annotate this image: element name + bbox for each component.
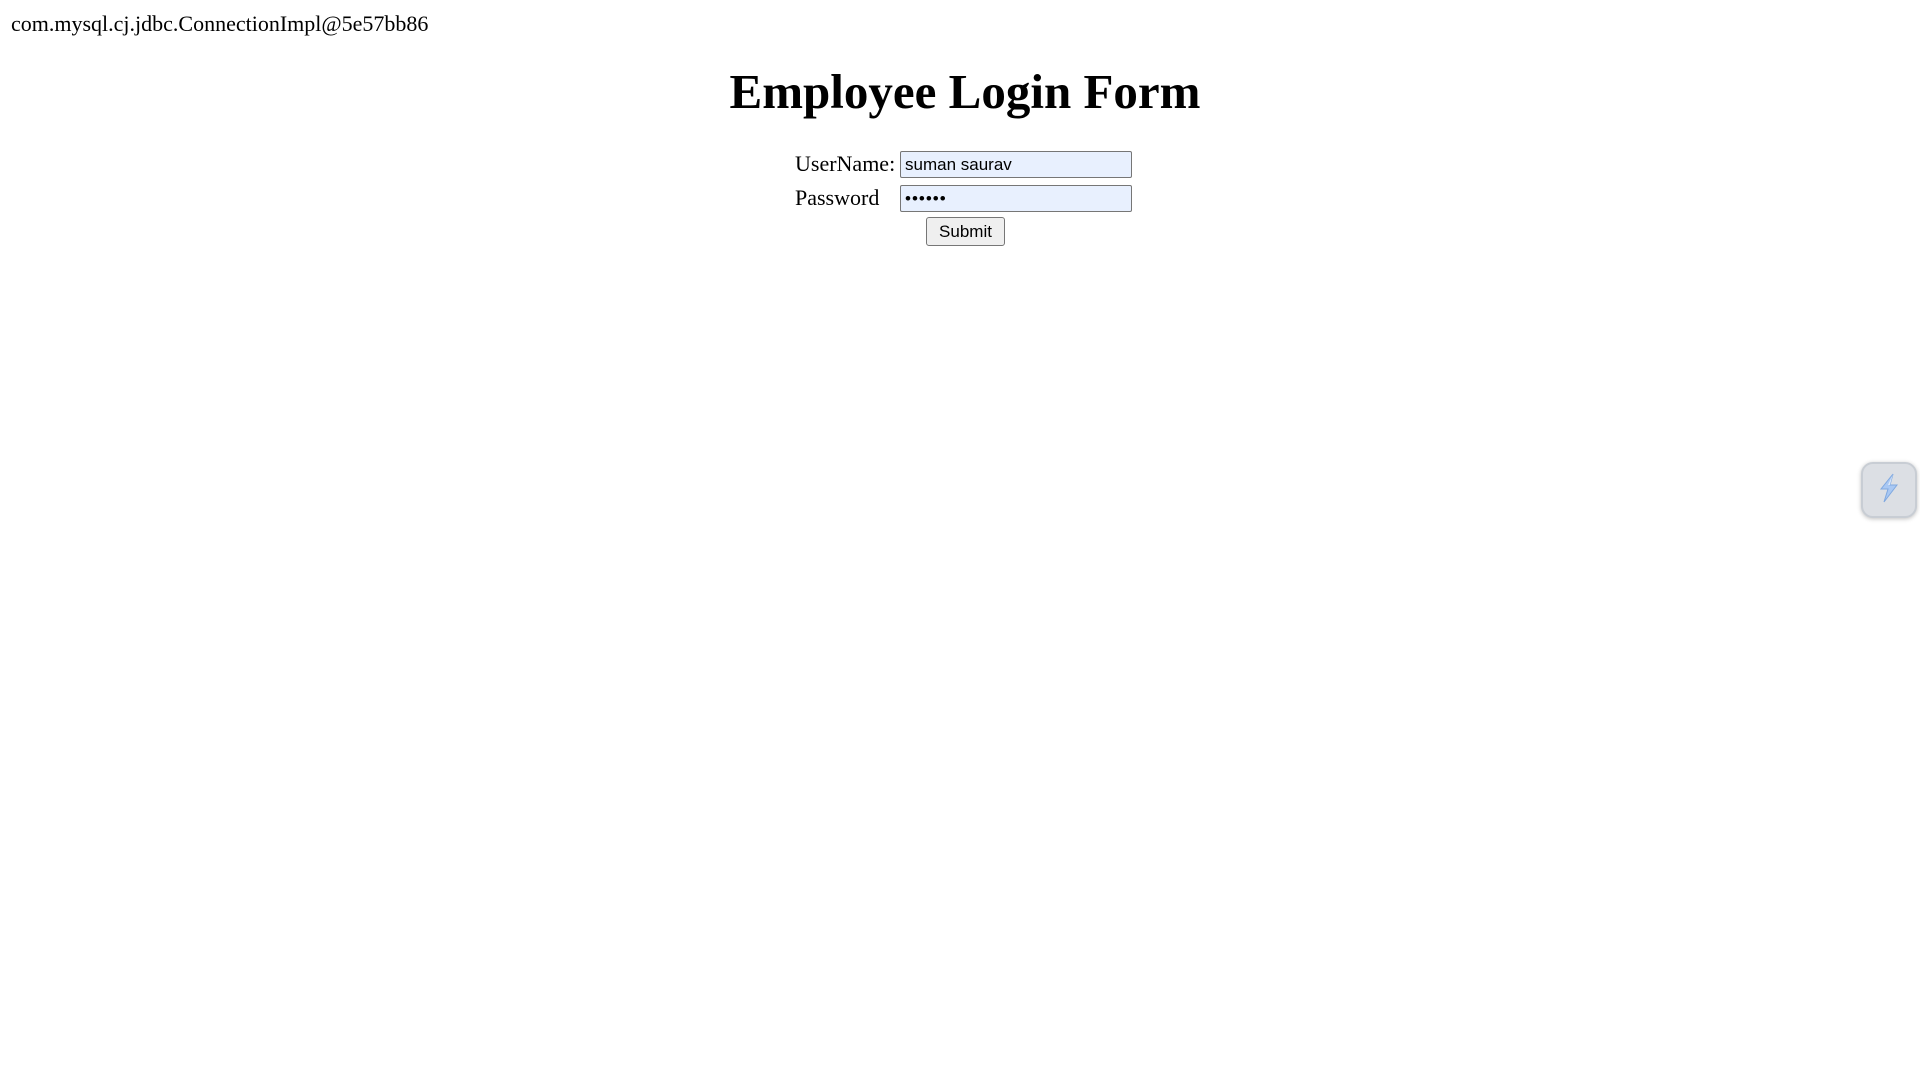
floating-extension-button[interactable]	[1861, 462, 1917, 518]
username-label: UserName:	[795, 151, 896, 176]
submit-button[interactable]: Submit	[926, 217, 1005, 246]
lightning-bolt-icon	[1871, 470, 1907, 511]
password-label: Password	[795, 185, 880, 210]
username-input[interactable]	[900, 151, 1132, 178]
page: com.mysql.cj.jdbc.ConnectionImpl@5e57bb8…	[0, 0, 1920, 1080]
connection-debug-text: com.mysql.cj.jdbc.ConnectionImpl@5e57bb8…	[11, 11, 429, 36]
password-input[interactable]	[900, 185, 1132, 212]
login-form: UserName: Password Submit	[790, 148, 1140, 252]
page-title: Employee Login Form	[729, 64, 1201, 119]
